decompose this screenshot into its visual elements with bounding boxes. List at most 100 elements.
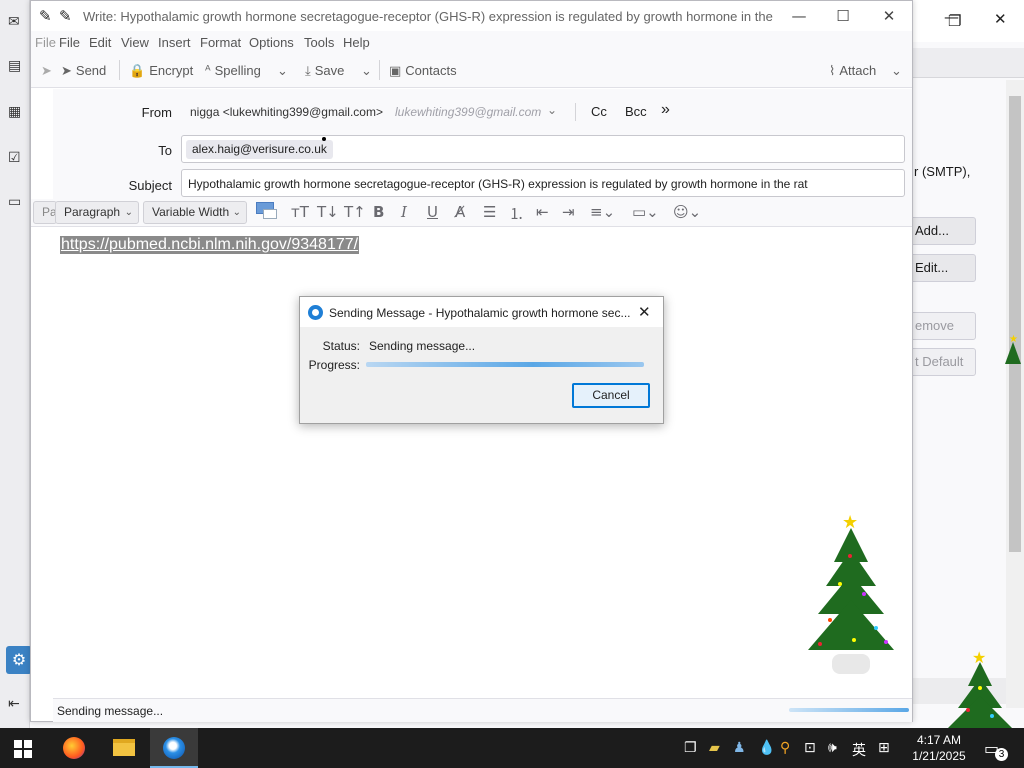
align-icon[interactable]: ≡⌄: [590, 203, 615, 221]
menu-ghost-file: File: [35, 35, 56, 50]
paragraph-format-select[interactable]: Paragraph ⌄: [55, 201, 139, 224]
emoji-icon[interactable]: ☺⌄: [673, 203, 701, 221]
subject-input[interactable]: Hypothalamic growth hormone secretagogue…: [188, 177, 808, 191]
cancel-button[interactable]: Cancel: [572, 383, 650, 408]
menu-file[interactable]: File: [59, 35, 80, 50]
close-icon[interactable]: ✕: [638, 303, 651, 321]
menu-edit[interactable]: Edit: [89, 35, 111, 50]
body-link[interactable]: https://pubmed.ncbi.nlm.nih.gov/9348177/: [60, 236, 360, 254]
menu-help[interactable]: Help: [343, 35, 370, 50]
taskbar-firefox[interactable]: [50, 728, 98, 768]
clock[interactable]: 4:17 AM 1/21/2025: [906, 732, 972, 764]
taskbar-file-explorer[interactable]: [100, 728, 148, 768]
add-server-button[interactable]: Add...: [902, 217, 976, 245]
compose-titlebar[interactable]: ✎ ✎ Write: Hypothalamic growth hormone s…: [31, 1, 912, 31]
menu-view[interactable]: View: [121, 35, 149, 50]
menu-options[interactable]: Options: [249, 35, 294, 50]
font-select[interactable]: Variable Width ⌄: [143, 201, 247, 224]
remove-server-button[interactable]: emove: [902, 312, 976, 340]
settings-gear-icon[interactable]: ⚙: [6, 646, 32, 674]
background-scrollbar-thumb[interactable]: [1009, 96, 1021, 552]
bold-icon[interactable]: B: [373, 203, 384, 221]
menu-insert[interactable]: Insert: [158, 35, 191, 50]
indent-icon[interactable]: ⇥: [562, 203, 575, 221]
tasks-icon[interactable]: ☑: [8, 150, 24, 166]
font-size-smaller-icon[interactable]: T↓: [317, 203, 339, 221]
close-icon[interactable]: ✕: [994, 10, 1007, 28]
edit-server-button[interactable]: Edit...: [902, 254, 976, 282]
font-size-larger-icon[interactable]: ᴛT: [291, 203, 309, 221]
set-default-button[interactable]: t Default: [902, 348, 976, 376]
encrypt-button[interactable]: 🔒 Encrypt: [129, 63, 193, 79]
app-tray-icon[interactable]: ▰: [709, 740, 720, 756]
menubar: File File Edit View Insert Format Option…: [31, 31, 912, 53]
volume-icon[interactable]: 🕪: [828, 740, 837, 756]
toolbar-separator: [119, 60, 120, 80]
minimize-icon[interactable]: —: [789, 7, 809, 25]
firefox-icon: [63, 737, 85, 759]
collapse-icon[interactable]: ⇤: [8, 696, 24, 712]
address-book-icon[interactable]: ▤: [8, 58, 24, 74]
mail-icon[interactable]: ✉: [8, 14, 24, 30]
save-button[interactable]: ⤓ Save: [305, 63, 344, 79]
text-style-icon[interactable]: A̸: [455, 203, 465, 221]
calendar-icon[interactable]: ▦: [8, 104, 24, 120]
send-button[interactable]: ➤ Send: [61, 63, 106, 79]
restore-button-icon[interactable]: ❐: [948, 12, 961, 30]
people-tray-icon[interactable]: ♟: [733, 740, 746, 756]
paperclip-icon: ⌇: [829, 64, 836, 79]
chevron-down-icon[interactable]: ⌄: [547, 103, 557, 117]
write-icon: ✎: [59, 7, 72, 25]
more-headers-button[interactable]: »: [661, 101, 670, 119]
attach-dropdown-icon[interactable]: ⌄: [891, 63, 906, 79]
numbered-list-icon[interactable]: ⒈: [509, 203, 524, 224]
start-button[interactable]: [14, 740, 32, 758]
cc-button[interactable]: Cc: [591, 104, 607, 119]
recipient-pill[interactable]: alex.haig@verisure.co.uk: [186, 140, 333, 159]
font-value: Variable Width: [152, 205, 230, 219]
font-size-icon[interactable]: T↑: [344, 203, 366, 221]
spelling-button[interactable]: ᴬ Spelling: [205, 63, 261, 79]
menu-format[interactable]: Format: [200, 35, 241, 50]
spelling-dropdown-icon[interactable]: ⌄: [277, 63, 292, 79]
chat-icon[interactable]: ▭: [8, 194, 24, 210]
contacts-icon: ▣: [389, 64, 402, 79]
taskbar-thunderbird[interactable]: [150, 728, 198, 768]
menu-tools[interactable]: Tools: [304, 35, 334, 50]
attach-button[interactable]: ⌇ Attach: [829, 63, 876, 79]
to-field[interactable]: alex.haig@verisure.co.uk: [181, 135, 905, 163]
contacts-button[interactable]: ▣ Contacts: [389, 63, 457, 79]
contacts-label: Contacts: [405, 63, 457, 78]
send-icon: ➤: [61, 64, 72, 79]
notification-count: 3: [995, 748, 1008, 761]
network-icon[interactable]: ⊡: [804, 740, 816, 756]
save-dropdown-icon[interactable]: ⌄: [361, 63, 376, 79]
ghost-paragraph-select: Pa: [33, 201, 57, 224]
subject-field[interactable]: Hypothalamic growth hormone secretagogue…: [181, 169, 905, 197]
italic-icon[interactable]: I: [401, 203, 407, 221]
encrypt-label: Encrypt: [149, 63, 194, 78]
background-color-swatch[interactable]: [263, 209, 277, 219]
maximize-icon[interactable]: ☐: [833, 7, 853, 25]
bcc-button[interactable]: Bcc: [625, 104, 647, 119]
search-tray-icon[interactable]: ⚲: [780, 740, 790, 756]
chevron-down-icon: ⌄: [232, 207, 241, 218]
spelling-icon: ᴬ: [205, 64, 211, 79]
background-titlebar: — ❐ ✕: [912, 0, 1024, 42]
to-label: To: [158, 143, 172, 158]
bullet-list-icon[interactable]: ☰: [483, 203, 496, 221]
underline-icon[interactable]: U: [427, 203, 438, 221]
outdent-icon[interactable]: ⇤: [536, 203, 549, 221]
from-select[interactable]: nigga <lukewhiting399@gmail.com>: [190, 105, 383, 119]
ime-language-indicator[interactable]: 英: [852, 740, 866, 760]
ime-mode-icon[interactable]: ⊞: [878, 740, 890, 756]
christmas-tree: ★: [804, 512, 898, 678]
status-bar: Sending message...: [53, 698, 912, 722]
drop-tray-icon[interactable]: 💧: [758, 740, 775, 756]
task-view-icon[interactable]: ❐: [684, 740, 697, 756]
dialog-titlebar[interactable]: Sending Message - Hypothalamic growth ho…: [300, 297, 663, 327]
compose-toolbar: ➤ ➤ Send 🔒 Encrypt ᴬ Spelling ⌄ ⤓ Save ⌄ ▣ Co…: [31, 53, 912, 88]
status-value: Sending message...: [369, 339, 476, 353]
insert-image-icon[interactable]: ▭⌄: [632, 203, 659, 221]
close-icon[interactable]: ✕: [879, 7, 899, 25]
